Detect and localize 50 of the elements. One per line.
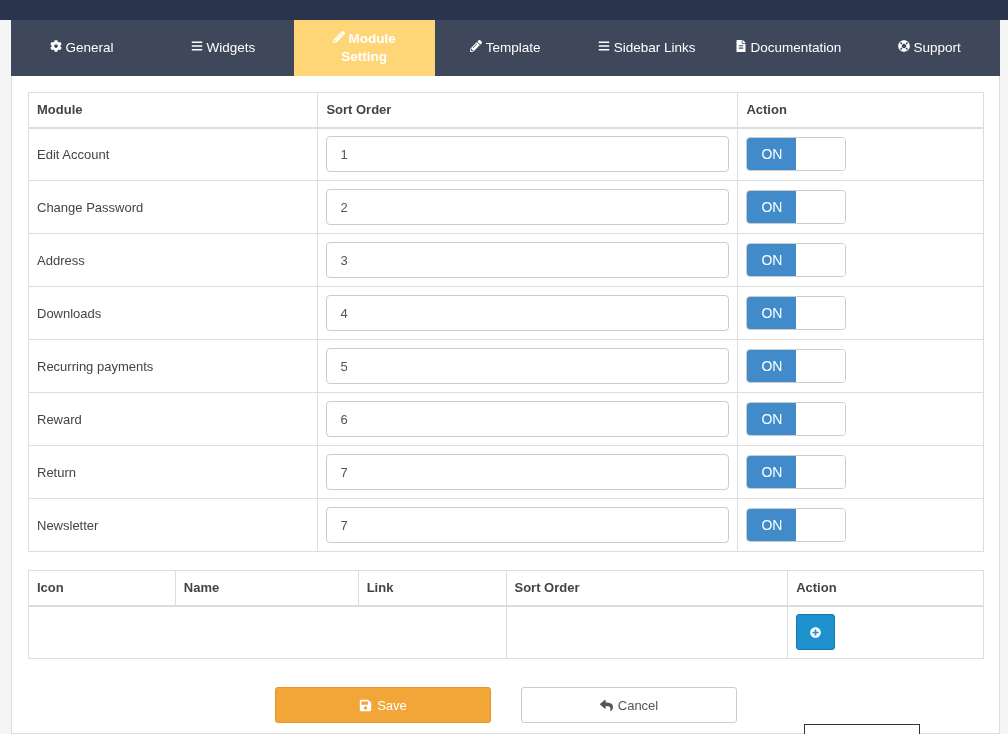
- toggle-switch[interactable]: ON: [746, 296, 847, 330]
- cancel-button[interactable]: Cancel: [521, 687, 737, 723]
- toggle-switch[interactable]: ON: [746, 402, 847, 436]
- sort-order-field[interactable]: 5: [326, 348, 730, 384]
- module-name: Reward: [28, 392, 318, 446]
- module-name: Edit Account: [28, 127, 318, 181]
- column-header: Icon: [28, 570, 176, 606]
- sort-order-field[interactable]: 6: [326, 401, 730, 437]
- sort-order-field[interactable]: 3: [326, 242, 730, 278]
- column-header: Module: [28, 92, 318, 128]
- column-header: Name: [175, 570, 359, 606]
- lifebuoy-icon: [897, 40, 910, 52]
- toggle-switch[interactable]: ON: [746, 190, 847, 224]
- toggle-switch[interactable]: ON: [746, 455, 847, 489]
- tab[interactable]: Template: [434, 20, 577, 76]
- module-name: Return: [28, 445, 318, 499]
- column-header: Sort Order: [506, 570, 788, 606]
- sort-order-field[interactable]: 7: [326, 454, 730, 490]
- tab[interactable]: Support: [858, 20, 1000, 76]
- column-header: Sort Order: [317, 92, 738, 128]
- toggle-switch[interactable]: ON: [746, 137, 847, 172]
- module-name: Address: [28, 233, 318, 287]
- module-name: Downloads: [28, 286, 318, 340]
- sort-order-field[interactable]: 2: [326, 189, 730, 225]
- toggle-switch[interactable]: ON: [746, 508, 847, 542]
- module-name: Recurring payments: [28, 339, 318, 393]
- document-icon: [734, 40, 747, 52]
- tab[interactable]: Widgets: [152, 20, 294, 76]
- column-header: Action: [737, 92, 984, 128]
- gear-icon: [49, 40, 62, 52]
- save-icon: [359, 698, 373, 712]
- module-name: Change Password: [28, 180, 318, 234]
- tab[interactable]: General: [11, 20, 153, 76]
- pencil-icon: [332, 31, 345, 43]
- menu-icon: [597, 40, 610, 52]
- toggle-switch[interactable]: ON: [746, 349, 847, 383]
- sort-order-field[interactable]: 1: [326, 136, 730, 173]
- sort-order-field[interactable]: 7: [326, 507, 730, 543]
- toggle-switch[interactable]: ON: [746, 243, 847, 277]
- menu-icon: [190, 40, 203, 52]
- tab[interactable]: Sidebar Links: [576, 20, 718, 76]
- column-header: Link: [358, 570, 506, 606]
- tab[interactable]: Documentation: [717, 20, 859, 76]
- pencil-icon: [470, 40, 483, 52]
- module-name: Newsletter: [28, 498, 318, 552]
- column-header: Action: [787, 570, 984, 606]
- add-button[interactable]: [796, 614, 836, 651]
- plus-icon: [810, 626, 822, 638]
- sort-order-field[interactable]: 4: [326, 295, 730, 331]
- reply-arrow-icon: [599, 698, 613, 712]
